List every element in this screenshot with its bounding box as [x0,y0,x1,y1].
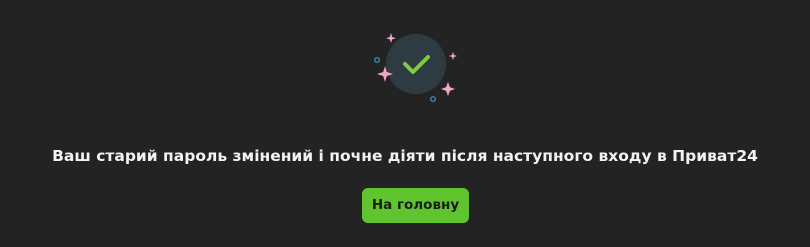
icon-circle-background [386,34,446,94]
go-home-button[interactable]: На головну [362,188,469,223]
sparkle-icon [386,33,396,43]
success-checkmark-icon [368,30,464,106]
sparkle-icon [449,52,457,60]
success-illustration-svg [374,33,457,102]
sparkle-icon [441,82,455,96]
dot-icon [430,96,436,102]
dot-icon [374,57,380,63]
success-message: Ваш старий пароль змінений і почне діяти… [52,147,758,165]
password-changed-page: Ваш старий пароль змінений і почне діяти… [0,0,810,247]
